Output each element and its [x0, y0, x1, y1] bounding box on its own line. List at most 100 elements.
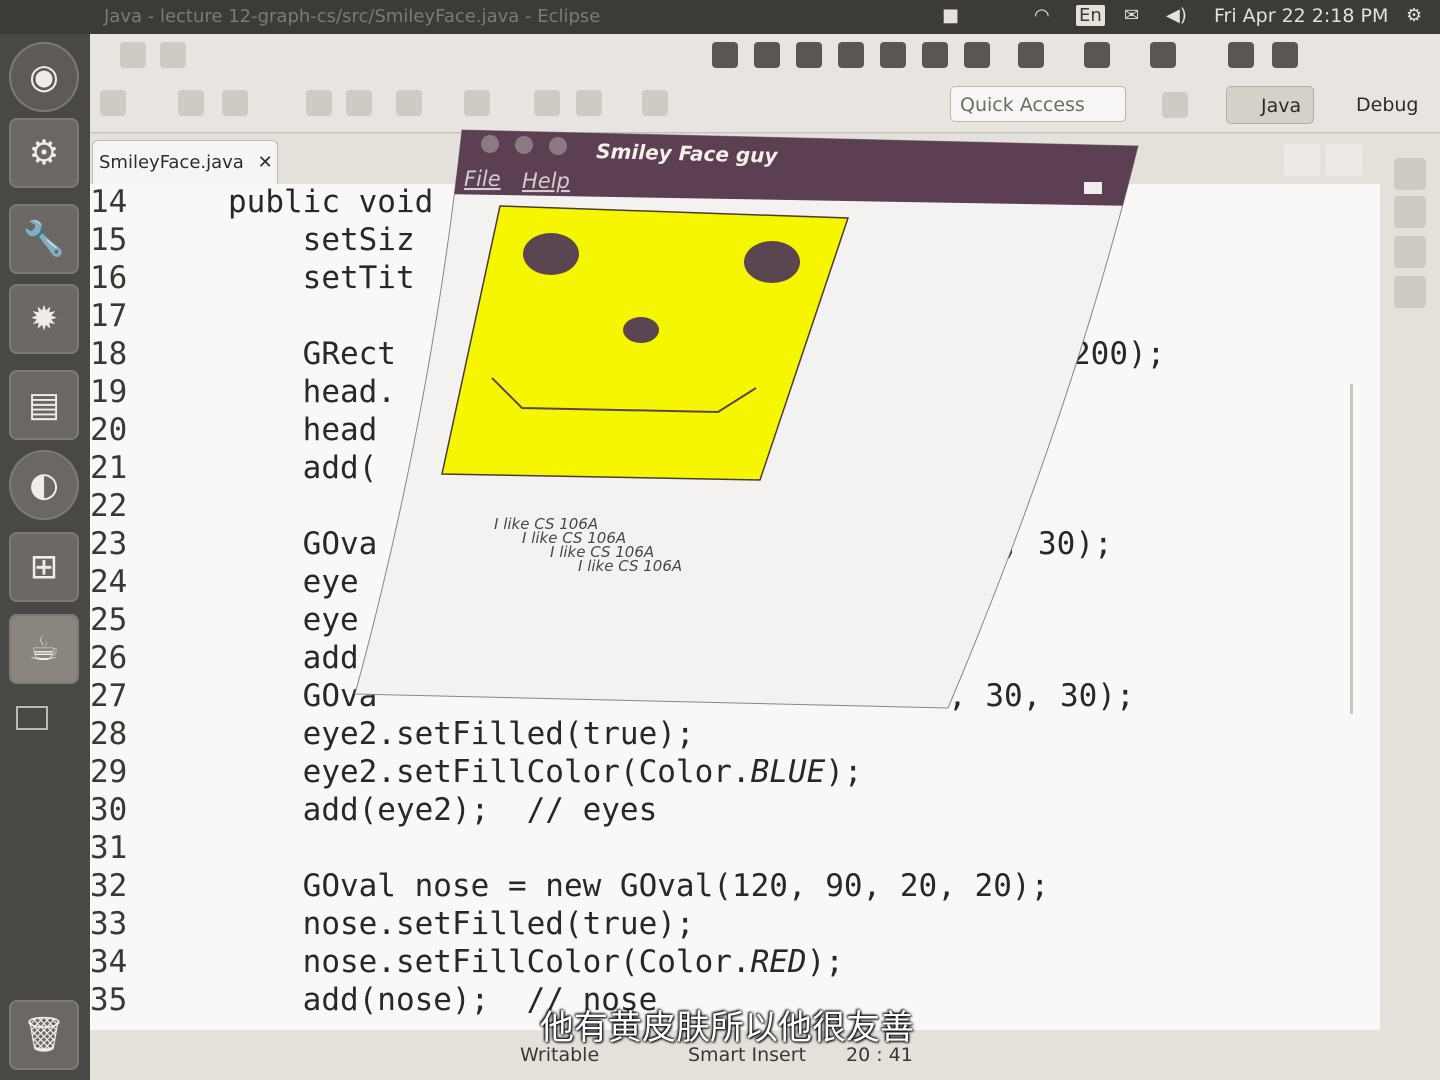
new-class-icon[interactable] — [796, 42, 822, 68]
debug-perspective-label: Debug — [1356, 94, 1419, 116]
line-number: 20 — [90, 412, 128, 448]
mail-icon[interactable]: ✉ — [1124, 5, 1139, 26]
refresh-icon[interactable] — [1272, 42, 1298, 68]
run-last-icon[interactable] — [922, 42, 948, 68]
launcher-java[interactable]: ☕ — [9, 614, 79, 684]
line-number: 18 — [90, 336, 128, 372]
code-line[interactable]: eye2.setFilled(true); — [228, 716, 695, 752]
cog-icon: ✹ — [29, 299, 59, 339]
line-number: 34 — [90, 944, 128, 980]
menu-help[interactable]: Help — [522, 169, 570, 193]
tab-label: SmileyFace.java — [99, 152, 244, 173]
package-explorer-icon[interactable] — [1394, 196, 1426, 228]
quick-access-input[interactable]: Quick Access — [950, 86, 1126, 122]
line-number: 24 — [90, 564, 128, 600]
add-window-icon: ⊞ — [29, 547, 59, 587]
code-line[interactable]: add( — [228, 450, 378, 486]
close-window-button[interactable] — [481, 135, 499, 153]
launcher-firefox[interactable]: ◐ — [9, 450, 79, 520]
highlight-icon[interactable] — [222, 90, 248, 116]
line-number: 35 — [90, 982, 128, 1018]
gear-icon[interactable]: ⚙ — [1406, 5, 1422, 26]
wand-icon[interactable] — [100, 90, 126, 116]
last-edit-icon[interactable] — [534, 90, 560, 116]
pin-icon[interactable] — [178, 90, 204, 116]
vertical-scrollbar[interactable] — [1350, 384, 1353, 714]
toggle-block-icon[interactable] — [306, 90, 332, 116]
forward-icon[interactable] — [642, 90, 668, 116]
code-line[interactable]: GRect — [228, 336, 396, 372]
wrench-icon: 🔧 — [22, 219, 66, 259]
code-line[interactable]: eye — [228, 602, 359, 638]
new-java-project-icon[interactable] — [712, 42, 738, 68]
code-line[interactable]: setTit — [228, 260, 415, 296]
launcher-add-app[interactable]: ⊞ — [9, 532, 79, 602]
code-line[interactable]: nose.setFillColor(Color.RED); — [228, 944, 844, 980]
minimize-editor-button[interactable] — [1284, 144, 1320, 176]
wifi-icon[interactable]: ◠ — [1034, 5, 1050, 26]
java-perspective-label: Java — [1261, 95, 1302, 117]
code-line[interactable]: GOva — [228, 526, 378, 562]
line-number: 17 — [90, 298, 128, 334]
debug-icon[interactable] — [1018, 42, 1044, 68]
keyboard-indicator[interactable]: En — [1076, 5, 1105, 26]
open-type-icon[interactable] — [838, 42, 864, 68]
show-whitespace-icon[interactable] — [346, 90, 372, 116]
right-eye — [744, 241, 800, 283]
code-line[interactable]: setSiz — [228, 222, 415, 258]
new-icon[interactable] — [120, 42, 146, 68]
launcher-system[interactable]: ✹ — [9, 284, 79, 354]
firefox-icon: ◐ — [29, 465, 59, 505]
code-line[interactable]: add — [228, 640, 359, 676]
dash-button[interactable]: ◉ — [9, 42, 79, 112]
launcher-tools[interactable]: 🔧 — [9, 204, 79, 274]
launcher-settings[interactable]: ⚙ — [9, 118, 79, 188]
back-icon[interactable] — [576, 90, 602, 116]
code-line[interactable]: public void — [228, 184, 433, 220]
code-line[interactable]: head. — [228, 374, 396, 410]
code-line[interactable]: GOval nose = new GOval(120, 90, 20, 20); — [228, 868, 1050, 904]
code-line[interactable]: eye2.setFillColor(Color.BLUE); — [228, 754, 863, 790]
external-tools-icon[interactable] — [1150, 42, 1176, 68]
code-line[interactable]: eye — [228, 564, 359, 600]
line-number: 30 — [90, 792, 128, 828]
restore-icon[interactable] — [1394, 158, 1426, 190]
line-number: 22 — [90, 488, 128, 524]
launcher-impress[interactable]: ▤ — [9, 370, 79, 440]
run-icon[interactable] — [880, 42, 906, 68]
prev-annotation-icon[interactable] — [464, 90, 490, 116]
launcher-trash[interactable]: 🗑 — [9, 1000, 79, 1070]
camera-icon[interactable]: ■ — [942, 5, 959, 26]
minimize-window-button[interactable] — [515, 136, 533, 154]
code-line[interactable]: add(eye2); // eyes — [228, 792, 658, 828]
new-package-icon[interactable] — [754, 42, 780, 68]
run-menu-icon[interactable] — [1084, 42, 1110, 68]
tab-smileyface-java[interactable]: SmileyFace.java ✕ — [92, 140, 278, 184]
next-annotation-icon[interactable] — [396, 90, 422, 116]
java-perspective-button[interactable]: Java — [1226, 86, 1314, 124]
debug-perspective-button[interactable]: Debug — [1324, 86, 1434, 124]
workspace-switcher-icon[interactable] — [16, 706, 48, 730]
maximize-editor-button[interactable] — [1326, 144, 1362, 176]
close-icon[interactable]: ✕ — [258, 152, 273, 173]
code-line[interactable]: nose.setFilled(true); — [228, 906, 695, 942]
clock[interactable]: Fri Apr 22 2:18 PM — [1214, 5, 1388, 27]
open-perspective-icon[interactable] — [1162, 92, 1188, 118]
line-number: 15 — [90, 222, 128, 258]
save-icon[interactable] — [160, 42, 186, 68]
problems-icon[interactable] — [1394, 276, 1426, 308]
volume-icon[interactable]: ◀) — [1166, 5, 1187, 26]
menu-file[interactable]: File — [464, 167, 501, 191]
maximize-window-button[interactable] — [549, 137, 567, 155]
code-fragment: , 30, 30); — [948, 678, 1135, 714]
line-number: 29 — [90, 754, 128, 790]
code-line[interactable]: head — [228, 412, 378, 448]
line-number: 26 — [90, 640, 128, 676]
line-number: 25 — [90, 602, 128, 638]
hand-icon — [1084, 182, 1102, 194]
code-line[interactable]: GOva — [228, 678, 378, 714]
coverage-icon[interactable] — [1228, 42, 1254, 68]
line-number: 32 — [90, 868, 128, 904]
outline-icon[interactable] — [1394, 236, 1426, 268]
upload-icon[interactable] — [964, 42, 990, 68]
